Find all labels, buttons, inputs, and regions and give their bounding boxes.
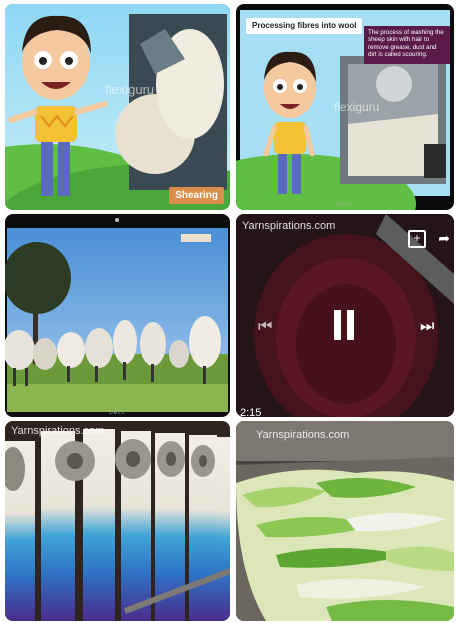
- monitor-brand: DELL: [109, 410, 126, 416]
- tile-video-player: Yarnspirations.com + ➦ ⏮ ⏭ 2:15: [236, 214, 454, 417]
- yarn-spools-scene: [5, 421, 230, 621]
- scouring-photo: [340, 56, 446, 184]
- share-icon[interactable]: ➦: [438, 230, 450, 247]
- watermark: Yarnspirations.com: [256, 429, 350, 441]
- scouring-note: The process of washing the sheep skin wi…: [364, 26, 450, 64]
- watermark: Yarnspirations.com: [242, 220, 336, 232]
- shearing-photo: [115, 14, 227, 190]
- tile-processing: Processing fibres into wool The process …: [236, 4, 454, 210]
- dyed-yarn: [236, 469, 454, 621]
- tile-yarn-spools: Yarnspirations.com: [5, 421, 230, 621]
- tile-shearing: flexiguru Shearing: [5, 4, 230, 210]
- pause-icon[interactable]: [334, 310, 356, 340]
- tile-yarn-tray: Yarnspirations.com: [236, 421, 454, 621]
- watermark: Yarnspirations.com: [11, 425, 105, 437]
- previous-icon[interactable]: ⏮: [258, 318, 272, 336]
- video-time: 2:15: [240, 407, 262, 417]
- yarn-tray-scene: [236, 421, 454, 621]
- watermark: flexiguru: [105, 82, 155, 97]
- shearing-scene: [5, 4, 230, 210]
- sheep-scene: [5, 218, 228, 412]
- tile-sheep: DELL: [5, 214, 230, 417]
- watermark: flexiguru: [334, 100, 380, 114]
- next-icon[interactable]: ⏭: [420, 318, 434, 336]
- lesson-title: Processing fibres into wool: [246, 18, 362, 34]
- shearing-badge: Shearing: [169, 187, 224, 204]
- monitor-brand: DELL: [336, 202, 354, 208]
- add-to-playlist-icon[interactable]: +: [408, 230, 426, 248]
